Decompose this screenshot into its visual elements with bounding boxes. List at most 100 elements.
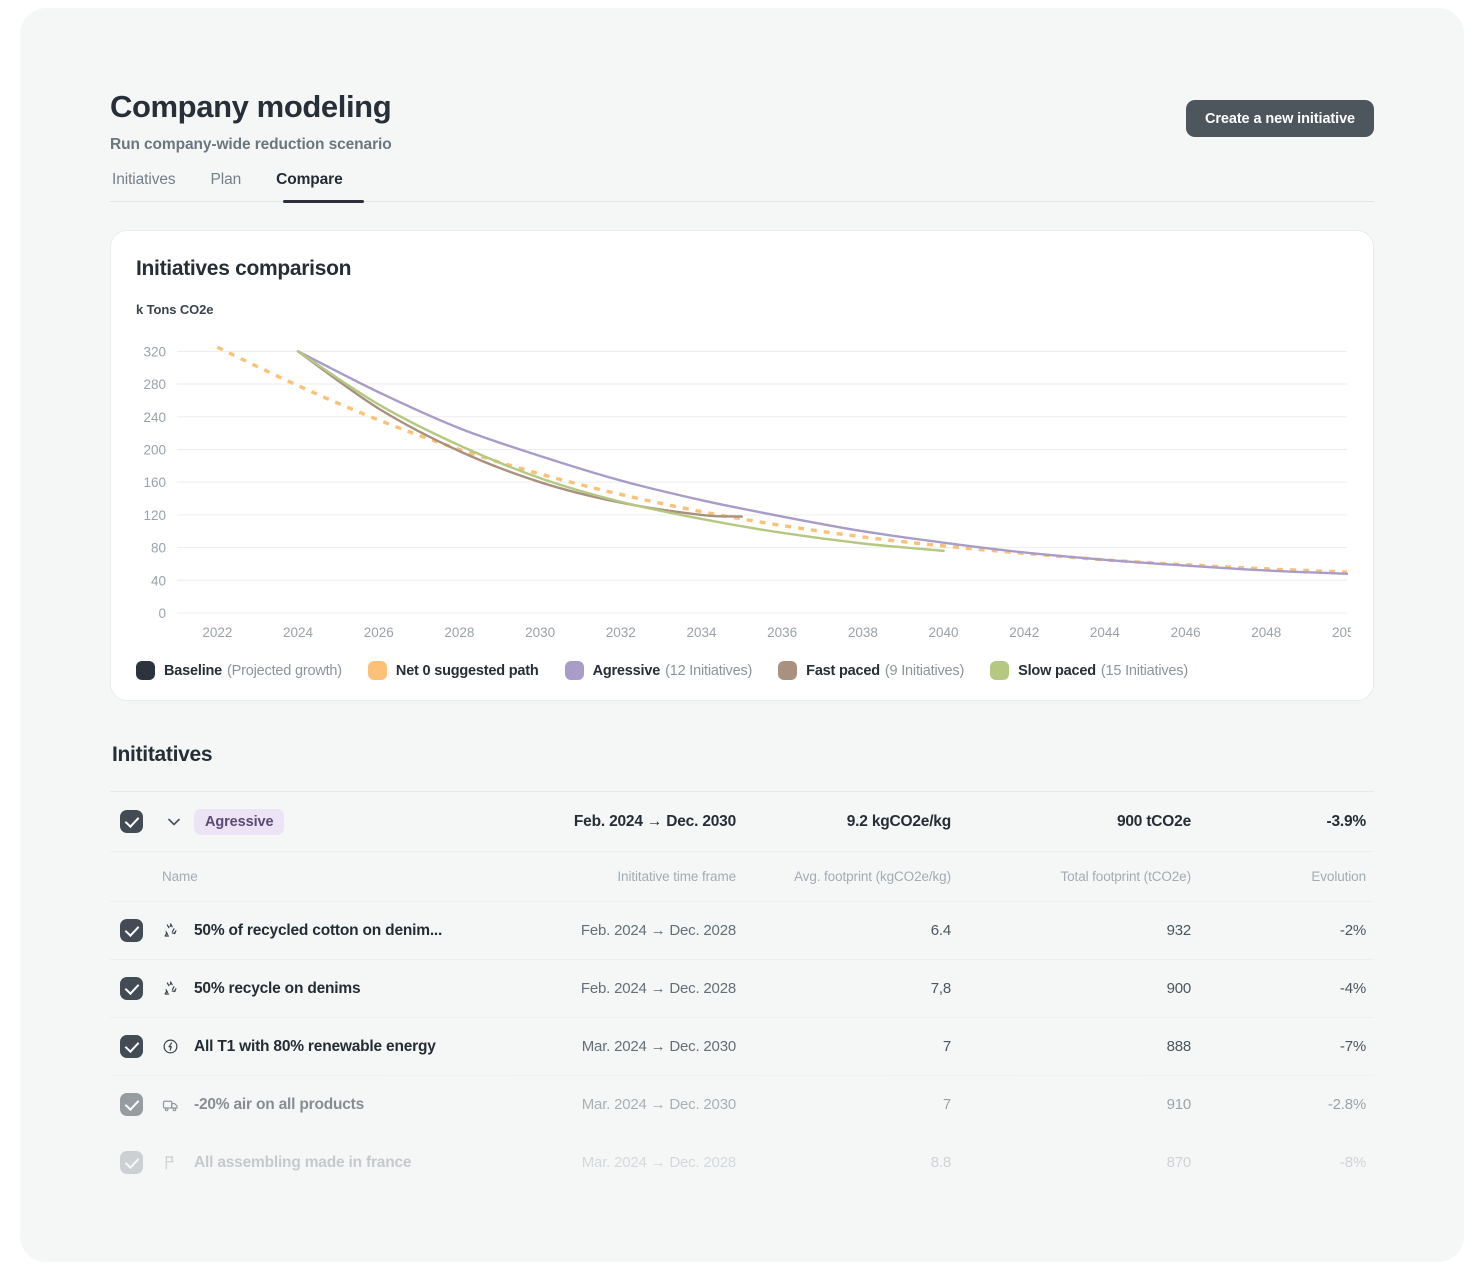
svg-text:320: 320 — [143, 344, 166, 359]
row-evolution: -8% — [1339, 1154, 1366, 1171]
table-row[interactable]: All T1 with 80% renewable energy Mar. 202… — [110, 1017, 1374, 1075]
legend-swatch — [990, 661, 1010, 680]
svg-text:2050: 2050 — [1332, 625, 1351, 640]
row-time-frame: Feb. 2024 → Dec. 2028 — [580, 980, 736, 997]
active-tab-indicator — [283, 200, 364, 203]
svg-text:2024: 2024 — [283, 625, 314, 640]
svg-text:2048: 2048 — [1251, 625, 1281, 640]
legend-label: Agressive — [592, 662, 661, 679]
legend-sublabel: (Projected growth) — [227, 662, 342, 679]
row-total-footprint: 910 — [1166, 1096, 1192, 1113]
row-time-frame: Mar. 2024 → Dec. 2030 — [581, 1096, 736, 1113]
svg-text:120: 120 — [143, 508, 166, 523]
header-name-cell: Name — [162, 869, 506, 884]
chart-y-axis-unit-label: k Tons CO2e — [136, 302, 214, 317]
row-checkbox-cell — [120, 977, 162, 1000]
row-name-label: -20% air on all products — [194, 1095, 365, 1113]
column-header-time-frame: Inititative time frame — [617, 869, 736, 884]
group-checkbox-cell — [120, 810, 162, 833]
page-title: Company modeling — [110, 89, 392, 124]
legend-item-slow-paced[interactable]: Slow paced (15 Initiatives) — [990, 661, 1188, 680]
svg-text:2044: 2044 — [1090, 625, 1121, 640]
group-scenario-pill[interactable]: Agressive — [194, 808, 285, 835]
legend-swatch — [778, 661, 798, 680]
chevron-down-icon[interactable] — [164, 818, 184, 826]
legend-item-net-0-suggested-path[interactable]: Net 0 suggested path — [367, 661, 539, 680]
legend-item-agressive[interactable]: Agressive (12 Initiatives) — [564, 661, 753, 680]
page-subtitle: Run company-wide reduction scenario — [110, 136, 392, 153]
chart-svg: 0 40 80 120 160 200 240 280 320 2022 2024 2026 2028… — [143, 344, 1351, 640]
row-checkbox-cell — [120, 1093, 162, 1116]
table-row[interactable]: 50% recycle on denims Feb. 2024 → Dec. 20… — [110, 959, 1374, 1017]
row-name-label: 50% of recycled cotton on denim... — [194, 921, 443, 939]
recycle-icon — [162, 980, 188, 997]
legend-swatch — [136, 661, 155, 680]
svg-text:2028: 2028 — [444, 625, 474, 640]
row-checkbox[interactable] — [120, 977, 143, 1000]
row-avg-footprint: 7 — [942, 1038, 951, 1055]
row-checkbox[interactable] — [120, 1151, 143, 1174]
svg-text:2046: 2046 — [1171, 625, 1201, 640]
row-evolution: -2.8% — [1327, 1096, 1366, 1113]
legend-item-fast-paced[interactable]: Fast paced (9 Initiatives) — [778, 661, 964, 680]
row-time-frame: Mar. 2024 → Dec. 2030 — [581, 1038, 736, 1055]
row-checkbox[interactable] — [120, 919, 143, 942]
row-time-frame: Mar. 2024 → Dec. 2028 — [581, 1154, 736, 1171]
legend-sublabel: (12 Initiatives) — [665, 662, 753, 679]
initiatives-comparison-card: Initiatives comparison k Tons CO2e 0 40 80… — [110, 230, 1374, 701]
row-total-footprint: 888 — [1166, 1038, 1192, 1055]
row-name-cell: All assembling made in france — [162, 1154, 506, 1172]
app-window: Company modeling Run company-wide reduct… — [20, 8, 1464, 1262]
row-checkbox[interactable] — [120, 1093, 143, 1116]
svg-text:80: 80 — [151, 541, 166, 556]
chart-line-slow-paced — [296, 350, 945, 553]
create-new-initiative-button[interactable]: Create a new initiative — [1185, 100, 1374, 137]
tab-initiatives[interactable]: Initiatives — [110, 171, 178, 201]
svg-text:2034: 2034 — [686, 625, 717, 640]
row-name-cell: -20% air on all products — [162, 1096, 506, 1114]
truck-icon — [162, 1096, 188, 1114]
page-header: Company modeling Run company-wide reduct… — [110, 88, 1374, 153]
row-avg-footprint: 7,8 — [930, 980, 951, 997]
initiative-group-row[interactable]: Agressive Feb. 2024 → Dec. 2030 9.2 kgCO… — [110, 791, 1374, 851]
svg-text:2022: 2022 — [202, 625, 232, 640]
svg-text:2030: 2030 — [525, 625, 555, 640]
svg-text:2040: 2040 — [929, 625, 959, 640]
initiatives-table: Agressive Feb. 2024 → Dec. 2030 9.2 kgCO… — [110, 791, 1374, 1191]
svg-text:2026: 2026 — [364, 625, 394, 640]
svg-text:2032: 2032 — [606, 625, 636, 640]
table-row[interactable]: 50% of recycled cotton on denim... Feb. 2… — [110, 901, 1374, 959]
legend-label: Fast paced — [806, 662, 880, 679]
chart-plot-area: 0 40 80 120 160 200 240 280 320 2022 2024 2026 2028… — [133, 325, 1351, 655]
chart-series-lines — [216, 345, 1349, 575]
tab-compare[interactable]: Compare — [274, 171, 345, 201]
tab-plan[interactable]: Plan — [209, 171, 244, 201]
group-avg-footprint: 9.2 kgCO2e/kg — [846, 812, 951, 830]
chart-line-net-0-suggested-path — [216, 345, 1348, 574]
table-row[interactable]: -20% air on all products Mar. 2024 → Dec.… — [110, 1075, 1374, 1133]
group-checkbox[interactable] — [120, 810, 143, 833]
row-total-footprint: 932 — [1166, 922, 1192, 939]
table-row[interactable]: All assembling made in france Mar. 2024 →… — [110, 1133, 1374, 1191]
column-header-evolution: Evolution — [1311, 869, 1366, 884]
group-total-footprint: 900 tCO2e — [1116, 812, 1191, 830]
recycle-icon — [162, 922, 188, 939]
group-evolution: -3.9% — [1326, 812, 1367, 830]
table-header-row: Name Inititative time frame Avg. footpri… — [110, 851, 1374, 901]
svg-text:0: 0 — [158, 606, 166, 621]
chart-line-fast-paced — [296, 350, 744, 518]
legend-item-baseline[interactable]: Baseline (Projected growth) — [136, 661, 342, 680]
svg-text:40: 40 — [151, 573, 166, 588]
group-name-cell: Agressive — [162, 808, 506, 835]
svg-text:2036: 2036 — [767, 625, 797, 640]
group-time-frame: Feb. 2024 → Dec. 2030 — [573, 812, 736, 830]
chart-y-tick-labels: 0 40 80 120 160 200 240 280 320 — [143, 344, 166, 621]
row-checkbox-cell — [120, 919, 162, 942]
row-checkbox[interactable] — [120, 1035, 143, 1058]
legend-swatch — [367, 661, 387, 680]
row-name-cell: 50% recycle on denims — [162, 980, 506, 998]
row-total-footprint: 870 — [1166, 1154, 1192, 1171]
row-evolution: -7% — [1339, 1038, 1366, 1055]
svg-text:2042: 2042 — [1009, 625, 1039, 640]
initiative-rows: 50% of recycled cotton on denim... Feb. 2… — [110, 901, 1374, 1191]
